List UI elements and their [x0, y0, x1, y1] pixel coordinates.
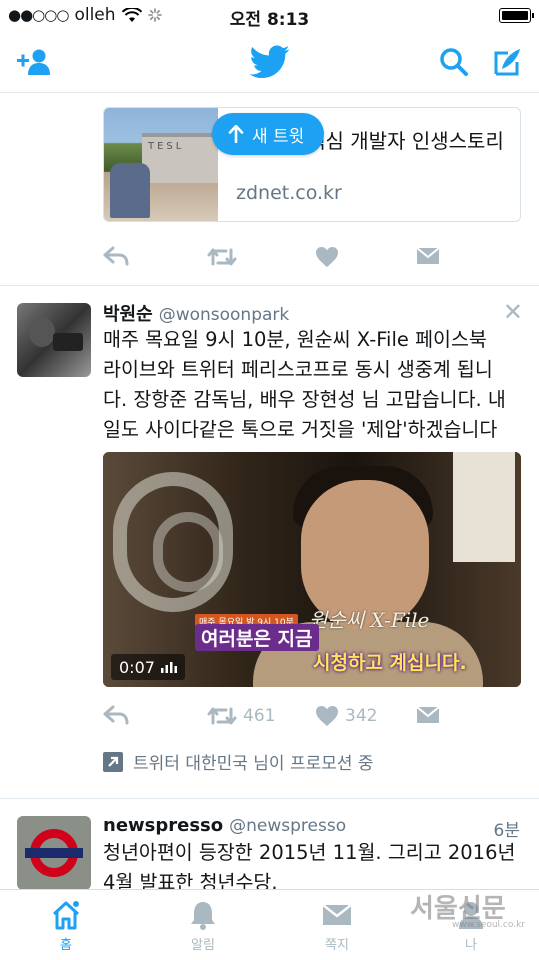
tab-label: 쪽지: [325, 938, 349, 953]
retweet-button[interactable]: 461: [207, 705, 275, 727]
dm-icon[interactable]: [415, 705, 441, 725]
tab-label: 알림: [191, 938, 215, 953]
like-icon: [316, 706, 338, 726]
promoted-label[interactable]: 트위터 대한민국 님이 프로모션 중: [103, 749, 374, 774]
tab-home[interactable]: 홈: [26, 900, 106, 953]
twitter-bird-icon[interactable]: [246, 42, 294, 82]
reply-icon[interactable]: [103, 246, 129, 266]
roundel-logo-icon: [25, 829, 83, 877]
avatar[interactable]: [17, 303, 91, 377]
tweet-author[interactable]: newspresso @newspresso: [103, 815, 346, 836]
top-nav-bar: [0, 30, 539, 93]
volume-bars-icon: [160, 662, 177, 673]
tweet-actions: 461 342: [103, 705, 523, 735]
tweet-handle: @wonsoonpark: [158, 305, 290, 325]
like-count: 342: [345, 706, 378, 726]
video-player[interactable]: 원순씨 X-File 매주 목요일 밤 9시 10분 여러분은 지금 시청하고 …: [103, 452, 521, 687]
promoted-arrow-icon: [103, 751, 123, 772]
add-user-icon[interactable]: [14, 42, 54, 82]
reply-icon[interactable]: [103, 705, 129, 725]
tweet-divider: [0, 285, 539, 286]
tab-label: 나: [465, 938, 477, 953]
video-duration-badge: 0:07: [111, 654, 185, 680]
status-time: 오전 8:13: [229, 10, 310, 30]
compose-icon[interactable]: [487, 42, 527, 82]
envelope-icon: [322, 904, 352, 925]
timeline-feed[interactable]: 숙 韓人 핵심 개발자 인생스토리 zdnet.co.kr 새 트윗 박원순@w…: [0, 94, 539, 889]
tab-label: 홈: [60, 938, 72, 953]
tweet-text: 청년아편이 등장한 2015년 11월. 그리고 2016년 4월 발표한 청년…: [103, 841, 516, 889]
new-tweets-label: 새 트윗: [252, 126, 305, 147]
avatar[interactable]: [17, 816, 91, 889]
tweet-handle: @newspresso: [229, 816, 347, 836]
new-tweets-pill[interactable]: 새 트윗: [212, 113, 325, 155]
like-button[interactable]: 342: [315, 705, 377, 727]
unread-dot: [72, 900, 80, 908]
dm-icon[interactable]: [415, 246, 441, 266]
like-icon[interactable]: [315, 246, 339, 268]
link-preview-domain: zdnet.co.kr: [236, 182, 342, 204]
status-bar: ●●○○○ olleh 오전 8:13: [0, 0, 539, 30]
tab-messages[interactable]: 쪽지: [297, 900, 377, 953]
video-logo-text: 원순씨 X-File: [309, 608, 430, 632]
tweet-text: 매주 목요일 9시 10분, 원순씨 X-File 페이스북 라이브와 트위터 …: [103, 328, 506, 441]
retweet-icon: [207, 707, 237, 725]
arrow-up-icon: [228, 125, 244, 143]
tweet-actions: [103, 246, 523, 276]
tweet-author[interactable]: 박원순 @wonsoonpark: [103, 300, 289, 326]
retweet-icon[interactable]: [207, 246, 237, 268]
bell-icon: [191, 902, 215, 930]
video-caption-1: 여러분은 지금: [195, 624, 319, 651]
tab-notifications[interactable]: 알림: [163, 900, 243, 953]
watermark-url: www.seoul.co.kr: [452, 920, 525, 930]
battery-icon: [499, 8, 534, 23]
retweet-count: 461: [243, 706, 276, 726]
link-preview-image: [104, 108, 218, 221]
search-icon[interactable]: [434, 42, 474, 82]
dismiss-close-icon[interactable]: ✕: [503, 298, 523, 326]
tweet-divider: [0, 798, 539, 799]
video-caption-2: 시청하고 계십니다.: [313, 652, 467, 674]
